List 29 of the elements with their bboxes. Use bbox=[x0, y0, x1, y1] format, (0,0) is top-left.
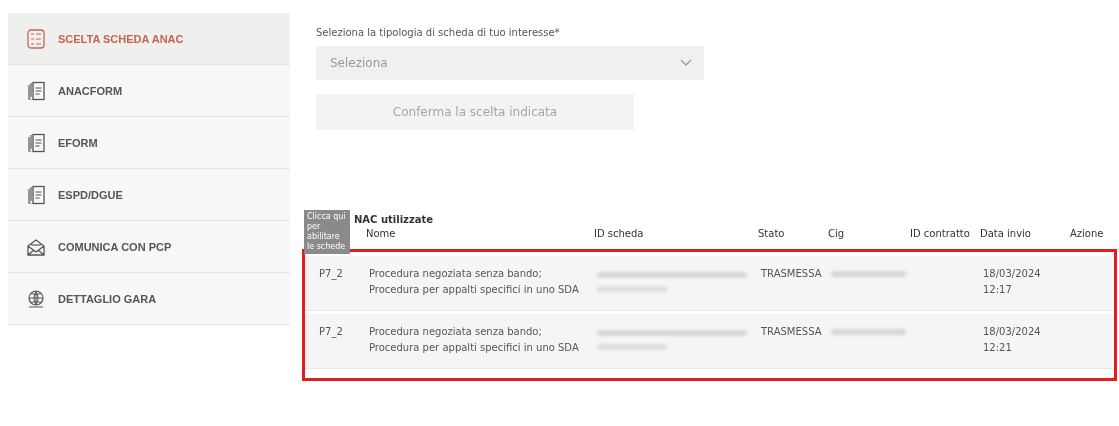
chevron-down-icon bbox=[680, 59, 692, 67]
field-label: Seleziona la tipologia di scheda di tuo interesse* bbox=[316, 27, 560, 38]
table-cell-text: TRASMESSA bbox=[761, 325, 823, 339]
tooltip: Clicca qui per abilitare le schede bbox=[304, 210, 350, 254]
globe-icon bbox=[26, 288, 46, 309]
documents-icon bbox=[26, 80, 46, 101]
checklist-icon bbox=[26, 28, 46, 49]
documents-icon bbox=[26, 132, 46, 153]
table-cell-text: 18/03/2024 12:17 bbox=[983, 267, 1042, 297]
column-header: Azione bbox=[1070, 228, 1105, 241]
sidebar-item[interactable]: ESPD/DGUE bbox=[8, 169, 290, 221]
column-header: ID contratto bbox=[910, 228, 971, 241]
table-heading: NAC utilizzate bbox=[354, 214, 434, 225]
sidebar-item[interactable]: COMUNICA CON PCP bbox=[8, 221, 290, 273]
documents-icon bbox=[26, 184, 46, 205]
column-header: Nome bbox=[366, 228, 397, 241]
table-cell-text: Procedura negoziata senza bando; Procedura per appalti specifici in uno SDA bbox=[369, 325, 580, 355]
table-cell-text: Procedura negoziata senza bando; Procedura per appalti specifici in uno SDA bbox=[369, 267, 580, 297]
sidebar-item[interactable]: EFORM bbox=[8, 117, 290, 169]
sidebar-item[interactable]: DETTAGLIO GARA bbox=[8, 273, 290, 325]
table-cell-text: TRASMESSA bbox=[761, 267, 823, 281]
table-cell-text: 18/03/2024 12:21 bbox=[983, 325, 1042, 355]
column-header: Cig bbox=[828, 228, 846, 241]
column-header: ID scheda bbox=[594, 228, 645, 241]
column-header: Stato bbox=[758, 228, 786, 241]
column-header: Data invio bbox=[980, 228, 1032, 241]
table-cell-text: P7_2 bbox=[319, 267, 344, 282]
sidebar-item[interactable]: ANACFORM bbox=[8, 65, 290, 117]
table-cell-text: P7_2 bbox=[319, 325, 344, 340]
